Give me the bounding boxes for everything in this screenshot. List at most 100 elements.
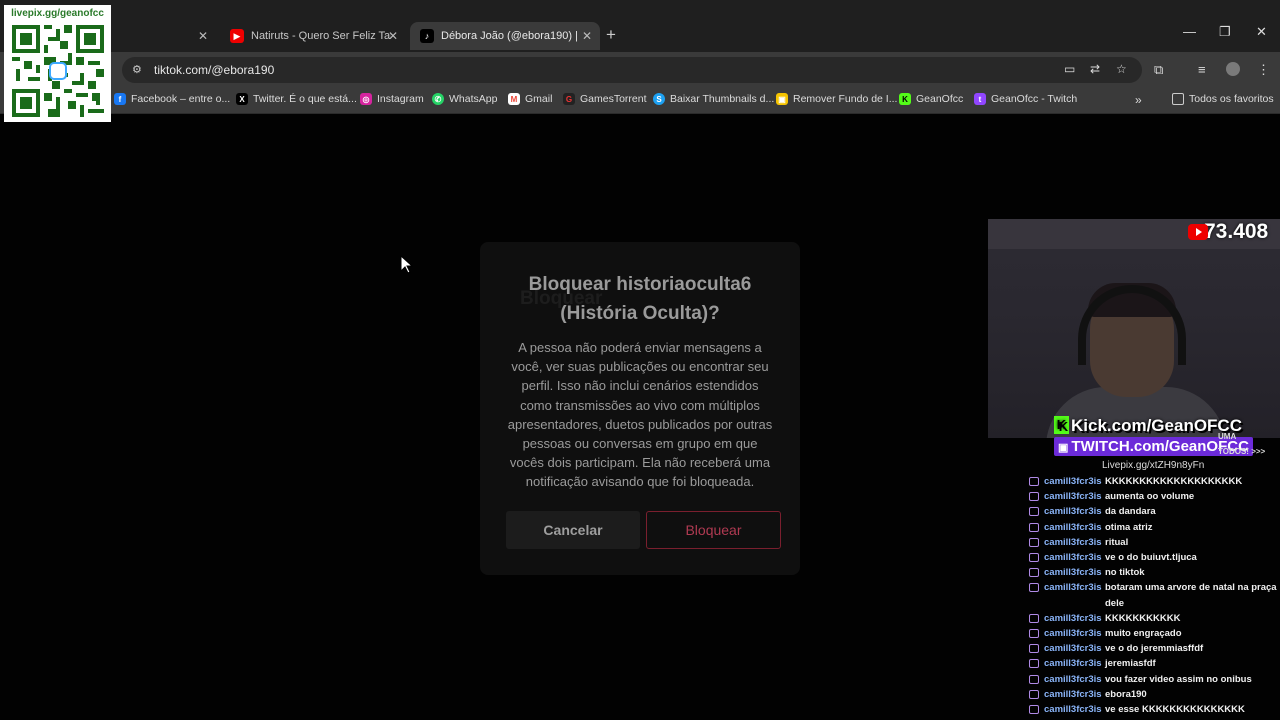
all-favorites[interactable]: Todos os favoritos [1172, 93, 1274, 105]
translate-icon[interactable]: ⇄ [1090, 62, 1100, 76]
chat-message: camill3fcr3is KKKKKKKKKKKKKKKKKKKK [1028, 474, 1280, 489]
chat-badge-icon [1029, 537, 1039, 547]
chat-text: ve esse KKKKKKKKKKKKKKK [1105, 704, 1245, 716]
tab-title: Natiruts - Quero Ser Feliz Também [251, 30, 391, 42]
close-tab-icon[interactable]: ✕ [388, 29, 398, 43]
chat-message: camill3fcr3is ebora190 [1028, 687, 1280, 702]
bookmark-star-icon[interactable]: ☆ [1116, 62, 1127, 76]
tab-tiktok[interactable]: ♪ Débora João (@ebora190) | TikTok ✕ [410, 22, 600, 50]
chat-badge-icon [1029, 568, 1039, 578]
chat-username: camill3fcr3is [1044, 643, 1102, 655]
bookmark-removebg[interactable]: ▣ Remover Fundo de I... [776, 93, 897, 105]
gamestorrent-icon: G [563, 93, 575, 105]
bookmark-facebook[interactable]: f Facebook – entre o... [114, 93, 230, 105]
bookmark-twitter[interactable]: X Twitter. É o que está... [236, 93, 357, 105]
livepix-qr-overlay: livepix.gg/geanofcc [4, 5, 111, 122]
bookmark-label: Baixar Thumbnails d... [670, 93, 775, 105]
bookmark-label: GeanOfcc - Twitch [991, 93, 1078, 105]
chat-badge-icon [1029, 583, 1039, 593]
tab-blank[interactable]: ✕ [110, 22, 216, 50]
x-icon: X [236, 93, 248, 105]
chat-username: camill3fcr3is [1044, 704, 1102, 716]
bookmark-twitch[interactable]: t GeanOfcc - Twitch [974, 93, 1077, 105]
block-dialog: Bloquear Bloquear historiaoculta6 (Histó… [480, 242, 800, 575]
more-bookmarks-icon[interactable]: » [1135, 93, 1142, 107]
chat-username: camill3fcr3is [1044, 582, 1102, 594]
bookmark-thumbnails[interactable]: S Baixar Thumbnails d... [653, 93, 774, 105]
chat-badge-icon [1029, 477, 1039, 486]
address-bar[interactable]: ⚙ tiktok.com/@ebora190 ▭ ⇄ ☆ [122, 57, 1142, 83]
dialog-body: A pessoa não poderá enviar mensagens a v… [507, 340, 773, 490]
bookmark-label: Facebook – entre o... [131, 93, 231, 105]
ticker-top: UMA [1218, 432, 1237, 441]
chat-message: camill3fcr3is jeremiasfdf [1028, 656, 1280, 671]
block-button[interactable]: Bloquear [646, 511, 781, 549]
bookmark-label: Instagram [377, 93, 424, 105]
chat-username: camill3fcr3is [1044, 567, 1102, 579]
cast-icon[interactable]: ▭ [1064, 62, 1075, 76]
chat-username: camill3fcr3is [1044, 658, 1102, 670]
bookmark-gamestorrent[interactable]: G GamesTorrent [563, 93, 647, 105]
chat-badge-icon [1029, 689, 1039, 699]
media-icon[interactable]: ≡ [1198, 62, 1206, 77]
stream-chat: camill3fcr3is KKKKKKKKKKKKKKKKKKKK camill3… [1028, 474, 1280, 717]
bookmark-label: GamesTorrent [580, 93, 647, 105]
webcam-feed [988, 219, 1280, 438]
bookmark-kick[interactable]: K GeanOfcc [899, 93, 963, 105]
mouse-cursor-icon [400, 255, 414, 274]
bookmark-whatsapp[interactable]: ✆ WhatsApp [432, 93, 497, 105]
chat-message: camill3fcr3is botaram uma arvore de natal… [1028, 580, 1280, 610]
chat-badge-icon [1029, 705, 1039, 715]
bookmarks-bar: f Facebook – entre o... X Twitter. É o que… [0, 86, 1280, 114]
chat-message: camill3fcr3is ve o do jeremmiasffdf [1028, 641, 1280, 656]
chat-text: ve o do buiuvt.tljuca [1105, 552, 1197, 564]
whatsapp-icon: ✆ [432, 93, 444, 105]
tab-title: Débora João (@ebora190) | TikTok [441, 30, 581, 42]
bookmark-label: Remover Fundo de I... [793, 93, 898, 105]
chat-text: muito engraçado [1105, 628, 1182, 640]
close-tab-icon[interactable]: ✕ [198, 29, 208, 43]
tab-strip: ✕ ▶ Natiruts - Quero Ser Feliz Também ✕ … [0, 0, 1280, 52]
kick-url: Kick.com/GeanOFCC [1071, 416, 1242, 435]
close-window-icon[interactable]: ✕ [1256, 24, 1267, 40]
new-tab-button[interactable]: + [606, 25, 616, 45]
chat-message: camill3fcr3is KKKKKKKKKKK [1028, 611, 1280, 626]
chat-text: otima atriz [1105, 521, 1153, 533]
all-favorites-label: Todos os favoritos [1189, 93, 1274, 105]
restore-icon[interactable]: ❐ [1219, 24, 1231, 40]
bookmark-gmail[interactable]: M Gmail [508, 93, 552, 105]
chat-text: KKKKKKKKKKK [1105, 612, 1181, 624]
chat-text: vou fazer video assim no onibus [1105, 673, 1252, 685]
site-info-icon[interactable]: ⚙ [132, 63, 146, 77]
close-tab-icon[interactable]: ✕ [582, 29, 592, 43]
bookmark-label: Twitter. É o que está... [253, 93, 357, 105]
url-text[interactable]: tiktok.com/@ebora190 [154, 63, 274, 77]
bookmark-instagram[interactable]: ◎ Instagram [360, 93, 424, 105]
extensions-icon[interactable]: ⧉ [1154, 62, 1163, 78]
minimize-icon[interactable]: — [1183, 24, 1196, 39]
chat-badge-icon [1029, 492, 1039, 502]
chat-badge-icon [1029, 553, 1039, 563]
youtube-icon [1188, 224, 1208, 240]
chat-message: camill3fcr3is ve esse KKKKKKKKKKKKKKK [1028, 702, 1280, 717]
chat-message: camill3fcr3is aumenta oo volume [1028, 489, 1280, 504]
chat-message: camill3fcr3is ve o do buiuvt.tljuca [1028, 550, 1280, 565]
profile-avatar[interactable] [1226, 62, 1240, 76]
youtube-icon: ▶ [230, 29, 244, 43]
toolbar: ⚙ tiktok.com/@ebora190 ▭ ⇄ ☆ ⧉ ≡ ⋮ [0, 52, 1280, 86]
chat-badge-icon [1029, 613, 1039, 623]
tiktok-icon: ♪ [420, 29, 434, 43]
subscriber-count: 73.408 [1204, 220, 1269, 243]
ticker-mid: TODOS! >>> [1218, 447, 1266, 456]
cancel-button[interactable]: Cancelar [506, 511, 640, 549]
chat-message: camill3fcr3is ritual [1028, 535, 1280, 550]
chat-badge-icon [1029, 659, 1039, 669]
chat-text: botaram uma arvore de natal na praça del… [1105, 582, 1277, 609]
chat-text: aumenta oo volume [1105, 491, 1195, 503]
menu-icon[interactable]: ⋮ [1257, 62, 1270, 78]
bookmark-label: WhatsApp [449, 93, 498, 105]
tab-natiruts[interactable]: ▶ Natiruts - Quero Ser Feliz Também ✕ [220, 22, 406, 50]
bookmark-label: GeanOfcc [916, 93, 964, 105]
ticker-text: Livepix.gg/xtZH9n8yFn [1102, 460, 1205, 471]
screen: ✕ ▶ Natiruts - Quero Ser Feliz Também ✕ … [0, 0, 1280, 720]
